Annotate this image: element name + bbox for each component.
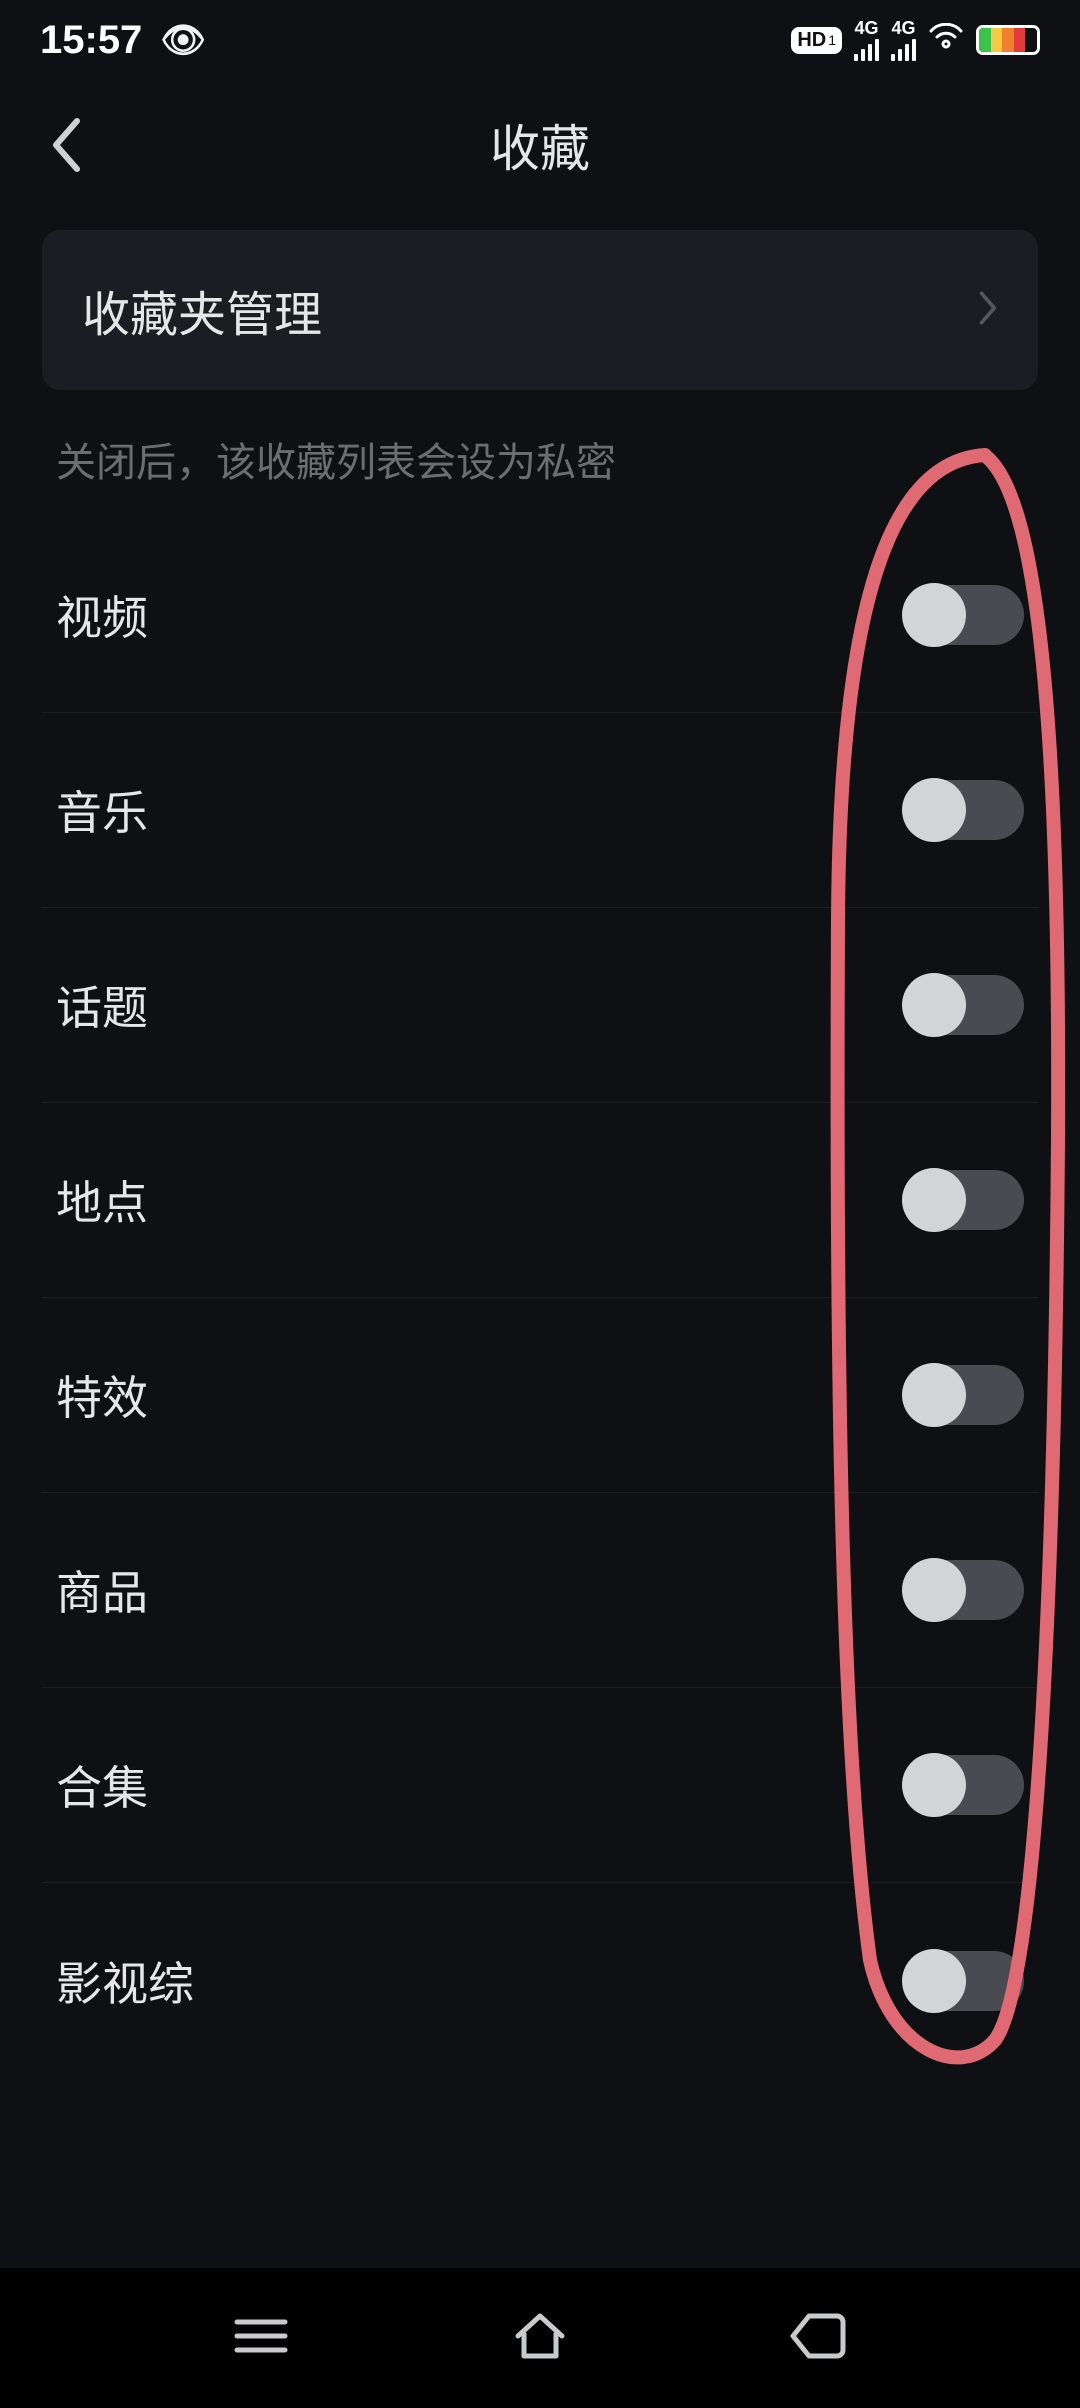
toggle-knob-icon [902, 778, 966, 842]
toggle-label: 商品 [56, 1557, 148, 1623]
toggle-label: 影视综 [56, 1948, 194, 2014]
toggle-video[interactable] [904, 585, 1024, 645]
toggle-row-album: 合集 [42, 1688, 1038, 1883]
toggle-row-movietv: 影视综 [42, 1883, 1038, 2078]
weibo-icon: 👁 [160, 19, 206, 61]
toggle-row-topic: 话题 [42, 908, 1038, 1103]
toggle-label: 合集 [56, 1752, 148, 1818]
toggle-row-video: 视频 [42, 518, 1038, 713]
toggle-label: 特效 [56, 1362, 148, 1428]
toggle-row-place: 地点 [42, 1103, 1038, 1298]
hd-badge-icon: HD1 [791, 27, 842, 54]
menu-icon [229, 2312, 293, 2360]
signal-1-icon: 4G [854, 19, 879, 61]
toggle-row-effect: 特效 [42, 1298, 1038, 1493]
favorites-management-label: 收藏夹管理 [82, 275, 322, 345]
chevron-left-icon [46, 115, 84, 175]
toggle-effect[interactable] [904, 1365, 1024, 1425]
toggle-music[interactable] [904, 780, 1024, 840]
toggle-list: 视频 音乐 话题 地点 特效 商品 合集 影视综 [42, 518, 1038, 2078]
toggle-label: 音乐 [56, 777, 148, 843]
status-left: 15:57 👁 [40, 18, 206, 63]
app-bar: 收藏 [0, 80, 1080, 210]
toggle-label: 话题 [56, 972, 148, 1038]
status-right: HD1 4G 4G [791, 19, 1040, 61]
toggle-knob-icon [902, 1753, 966, 1817]
system-nav-bar [0, 2268, 1080, 2408]
toggle-label: 地点 [56, 1167, 148, 1233]
toggle-knob-icon [902, 583, 966, 647]
toggle-knob-icon [902, 1558, 966, 1622]
battery-icon [976, 25, 1040, 55]
nav-recent-button[interactable] [229, 2312, 293, 2365]
toggle-knob-icon [902, 1949, 966, 2013]
toggle-knob-icon [902, 1363, 966, 1427]
back-button[interactable] [30, 110, 100, 180]
toggle-knob-icon [902, 1168, 966, 1232]
content: 收藏夹管理 关闭后，该收藏列表会设为私密 视频 音乐 话题 地点 特效 商品 [0, 210, 1080, 2078]
status-time: 15:57 [40, 18, 142, 63]
toggle-label: 视频 [56, 582, 148, 648]
page-title: 收藏 [490, 109, 590, 181]
toggle-knob-icon [902, 973, 966, 1037]
home-icon [512, 2310, 568, 2362]
toggle-place[interactable] [904, 1170, 1024, 1230]
toggle-row-music: 音乐 [42, 713, 1038, 908]
toggle-product[interactable] [904, 1560, 1024, 1620]
signal-2-icon: 4G [891, 19, 916, 61]
toggle-album[interactable] [904, 1755, 1024, 1815]
status-bar: 15:57 👁 HD1 4G 4G [0, 0, 1080, 80]
toggle-topic[interactable] [904, 975, 1024, 1035]
toggle-movietv[interactable] [904, 1951, 1024, 2011]
favorites-management-row[interactable]: 收藏夹管理 [42, 230, 1038, 390]
privacy-hint: 关闭后，该收藏列表会设为私密 [42, 430, 1038, 518]
wifi-icon [928, 22, 964, 59]
toggle-row-product: 商品 [42, 1493, 1038, 1688]
nav-back-button[interactable] [787, 2312, 851, 2365]
nav-home-button[interactable] [512, 2310, 568, 2367]
chevron-right-icon [976, 289, 998, 332]
back-icon [787, 2312, 851, 2360]
